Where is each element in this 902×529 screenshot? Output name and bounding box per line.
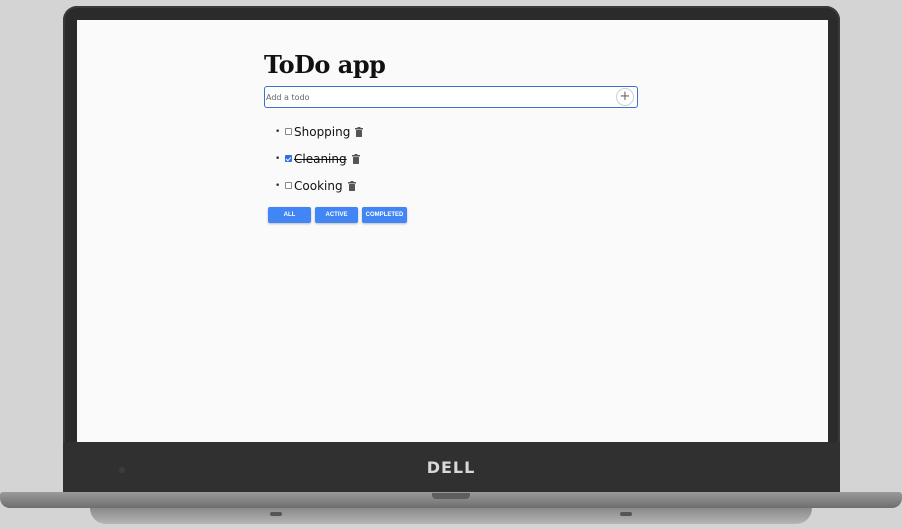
bullet-dot: • xyxy=(275,126,281,137)
todo-app: ToDo app + • Shopping • Cleaning xyxy=(264,50,640,223)
todo-text: Cleaning xyxy=(294,151,347,166)
laptop-hinge-notch xyxy=(432,493,470,499)
bullet-dot: • xyxy=(275,153,281,164)
todo-item: • Shopping xyxy=(275,118,640,145)
laptop-foot-left xyxy=(270,512,282,516)
todo-list: • Shopping • Cleaning • Cooking xyxy=(264,118,640,199)
sensor-dot xyxy=(119,467,125,473)
add-todo-input[interactable] xyxy=(265,87,606,107)
todo-checkbox[interactable] xyxy=(285,128,292,135)
trash-icon[interactable] xyxy=(351,153,360,164)
todo-checkbox[interactable] xyxy=(285,155,292,162)
todo-text: Cooking xyxy=(294,178,343,193)
bullet-dot: • xyxy=(275,180,281,191)
todo-item: • Cooking xyxy=(275,172,640,199)
dell-logo: DELL xyxy=(426,458,476,477)
filter-bar: ALL ACTIVE COMPLETED xyxy=(264,207,640,223)
filter-all-button[interactable]: ALL xyxy=(268,207,311,223)
todo-checkbox[interactable] xyxy=(285,182,292,189)
laptop-foot-right xyxy=(620,512,632,516)
laptop-base-bottom xyxy=(90,508,812,524)
laptop-screen: ToDo app + • Shopping • Cleaning xyxy=(77,20,828,442)
trash-icon[interactable] xyxy=(355,126,364,137)
filter-completed-button[interactable]: COMPLETED xyxy=(362,207,407,223)
add-todo-row: + xyxy=(264,86,638,108)
todo-item: • Cleaning xyxy=(275,145,640,172)
todo-text: Shopping xyxy=(294,124,351,139)
trash-icon[interactable] xyxy=(347,180,356,191)
page-title: ToDo app xyxy=(264,50,386,79)
add-todo-button[interactable]: + xyxy=(616,88,634,106)
filter-active-button[interactable]: ACTIVE xyxy=(315,207,358,223)
plus-icon: + xyxy=(619,89,631,104)
